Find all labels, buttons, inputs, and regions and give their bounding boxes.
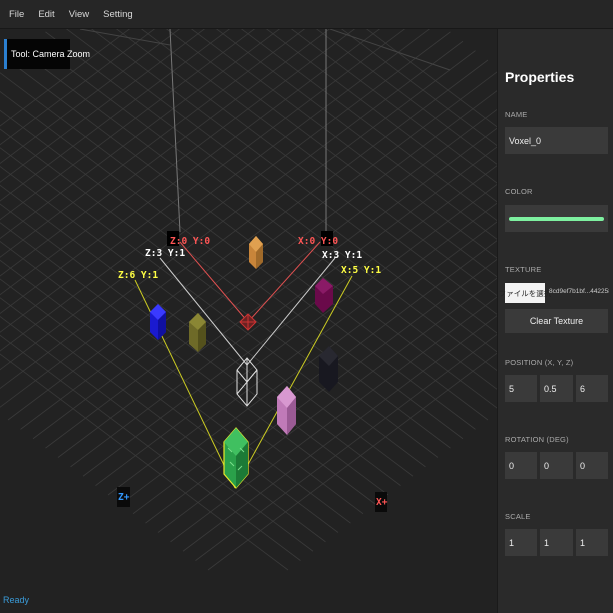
color-picker[interactable] xyxy=(505,205,608,232)
rotation-z-input[interactable]: 0 xyxy=(576,452,608,479)
grid-line xyxy=(0,278,339,533)
scene-canvas[interactable]: Z:0 Y:0 X:0 Y:0 Z:3 Y:1 X:3 Y:1 Z:6 Y:1 … xyxy=(0,29,497,613)
grid-line xyxy=(45,31,497,371)
axis-label-x0-y0: X:0 Y:0 xyxy=(298,236,338,247)
name-input[interactable]: Voxel_0 xyxy=(505,127,608,154)
axis-label-z-plus: Z+ xyxy=(118,492,130,503)
grid-line xyxy=(0,40,464,389)
grid-line xyxy=(32,40,497,390)
position-y-input[interactable]: 0.5 xyxy=(540,375,573,402)
name-label: NAME xyxy=(505,110,528,119)
rotation-y-input[interactable]: 0 xyxy=(540,452,573,479)
ground-grid xyxy=(0,29,497,571)
blue-voxel[interactable] xyxy=(150,304,166,340)
grid-line xyxy=(120,221,497,505)
axis-label-z3-y1: Z:3 Y:1 xyxy=(145,248,185,259)
color-swatch xyxy=(509,216,604,221)
grid-edge-line xyxy=(79,29,171,46)
axis-label-x5-y1: X:5 Y:1 xyxy=(341,265,381,276)
axis-label-z0-y0: Z:0 Y:0 xyxy=(170,236,210,247)
menu-bar: File Edit View Setting xyxy=(0,0,613,29)
grid-line xyxy=(0,147,426,468)
grid-line xyxy=(0,50,476,408)
grid-line xyxy=(0,297,326,543)
grid-line xyxy=(0,72,476,430)
status-text: Ready xyxy=(3,595,30,605)
scale-y-input[interactable]: 1 xyxy=(540,529,573,556)
menu-view[interactable]: View xyxy=(69,9,89,20)
grid-line xyxy=(0,222,376,505)
grid-line xyxy=(32,90,497,440)
texture-file-name: 8cd9ef7b1bf...4422584.jpg xyxy=(549,288,609,295)
rotation-x-input[interactable]: 0 xyxy=(505,452,537,479)
grid-line xyxy=(132,240,497,515)
position-x-input[interactable]: 5 xyxy=(505,375,537,402)
texture-label: TEXTURE xyxy=(505,265,542,274)
grid-edge-line xyxy=(329,29,451,71)
choose-file-button[interactable]: ファイルを選択 xyxy=(499,283,551,303)
panel-title: Properties xyxy=(505,69,575,85)
z3-guide-line xyxy=(159,257,248,366)
position-z-input[interactable]: 6 xyxy=(576,375,608,402)
grid-line xyxy=(0,353,289,571)
current-tool-indicator: Tool: Camera Zoom xyxy=(4,39,90,69)
color-label: COLOR xyxy=(505,187,533,196)
menu-setting[interactable]: Setting xyxy=(103,9,133,20)
scale-label: SCALE xyxy=(505,512,531,521)
axis-label-x-plus: X+ xyxy=(376,497,388,508)
scale-x-input[interactable]: 1 xyxy=(505,529,537,556)
z6-guide-line xyxy=(134,279,236,489)
grid-line xyxy=(0,166,414,477)
rotation-label: ROTATION (DEG) xyxy=(505,435,569,444)
grid-line xyxy=(45,109,497,449)
axis-label-z6-y1: Z:6 Y:1 xyxy=(118,270,158,281)
x-zero-axis-line xyxy=(179,241,249,323)
properties-panel: Properties NAME Voxel_0 COLOR TEXTURE ファ… xyxy=(497,29,613,613)
scale-z-input[interactable]: 1 xyxy=(576,529,608,556)
position-label: POSITION (X, Y, Z) xyxy=(505,358,574,367)
clear-texture-button[interactable]: Clear Texture xyxy=(505,309,608,333)
menu-edit[interactable]: Edit xyxy=(38,9,54,20)
axis-label-x3-y1: X:3 Y:1 xyxy=(322,250,362,261)
green-voxel-selected[interactable] xyxy=(223,427,249,489)
grid-line xyxy=(341,29,497,146)
menu-file[interactable]: File xyxy=(9,9,24,20)
orange-voxel[interactable] xyxy=(249,236,263,269)
grid-line xyxy=(0,91,464,440)
viewport-3d[interactable]: Z:0 Y:0 X:0 Y:0 Z:3 Y:1 X:3 Y:1 Z:6 Y:1 … xyxy=(0,29,497,613)
grid-line xyxy=(0,259,351,524)
grid-line xyxy=(91,29,497,334)
